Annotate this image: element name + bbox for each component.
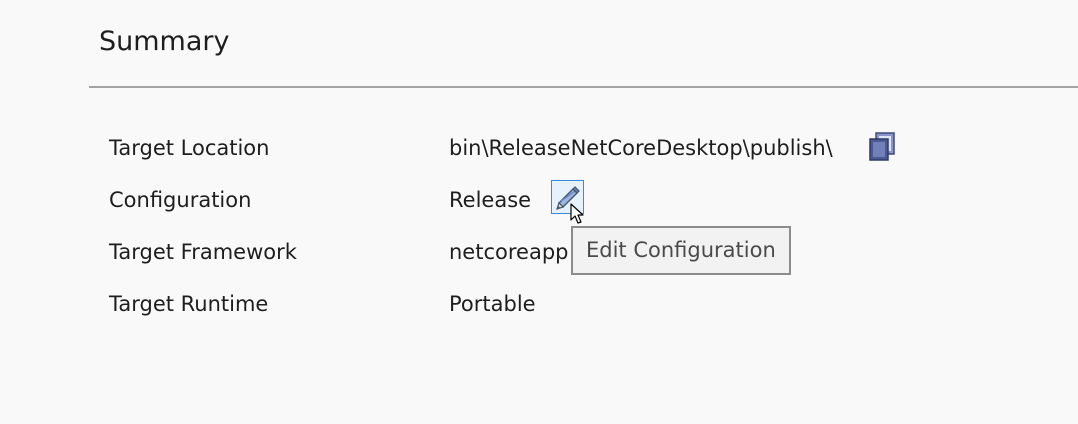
target-framework-label: Target Framework bbox=[109, 240, 297, 264]
target-framework-value: netcoreapp bbox=[449, 240, 569, 264]
target-location-value: bin\ReleaseNetCoreDesktop\publish\ bbox=[449, 136, 833, 160]
target-runtime-value: Portable bbox=[449, 292, 536, 316]
configuration-label: Configuration bbox=[109, 188, 252, 212]
configuration-value: Release bbox=[449, 188, 532, 212]
target-location-label: Target Location bbox=[109, 136, 270, 160]
edit-configuration-button[interactable] bbox=[551, 180, 584, 214]
page-title: Summary bbox=[99, 26, 230, 57]
pencil-icon bbox=[556, 186, 580, 210]
edit-configuration-tooltip: Edit Configuration bbox=[571, 226, 791, 275]
copy-location-button[interactable] bbox=[866, 130, 898, 162]
title-divider bbox=[89, 86, 1078, 88]
target-runtime-label: Target Runtime bbox=[109, 292, 269, 316]
copy-icon bbox=[869, 132, 895, 161]
